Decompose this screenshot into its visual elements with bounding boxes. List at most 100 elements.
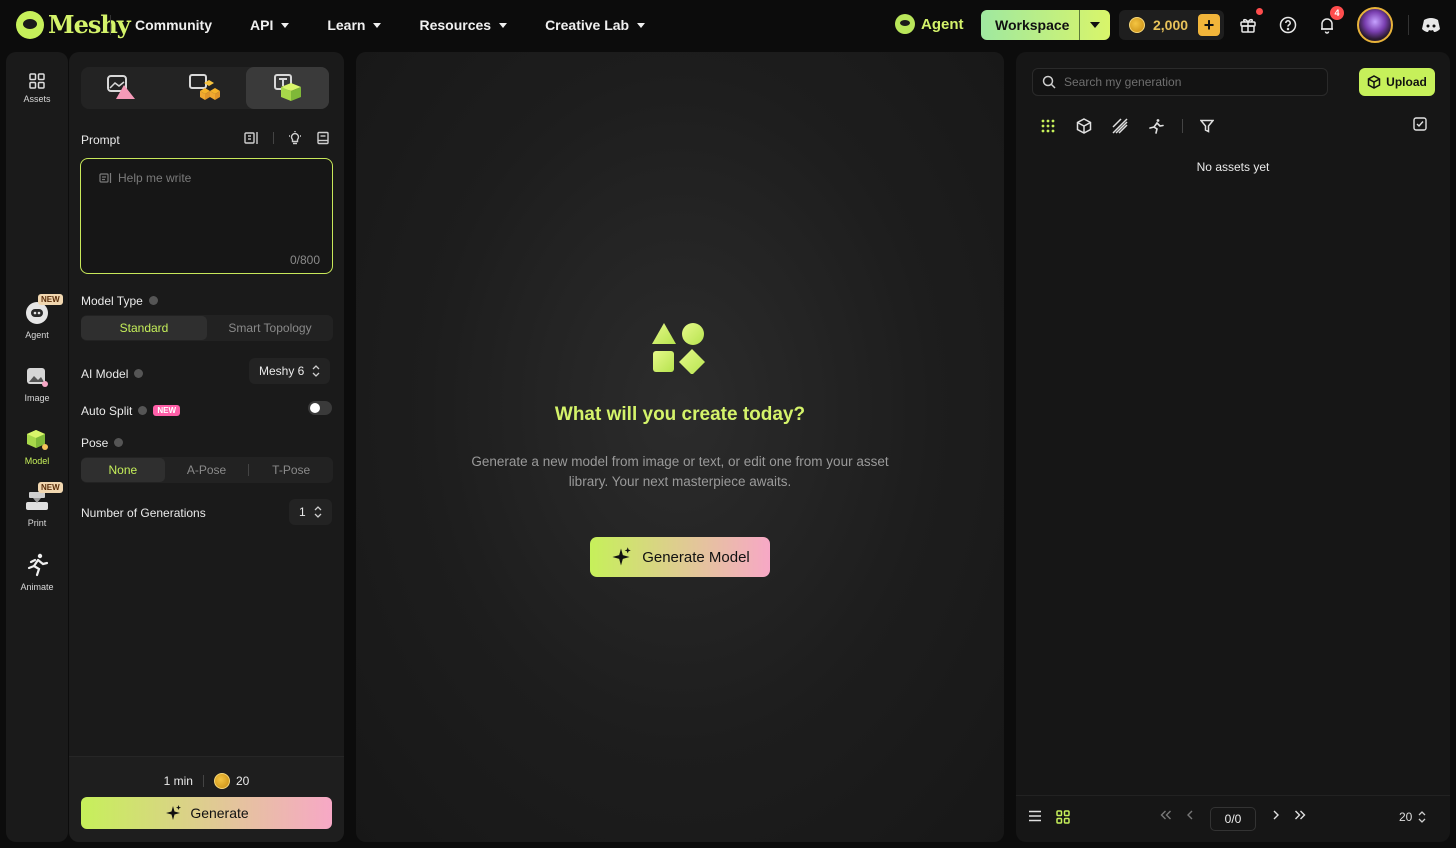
gift-icon[interactable] xyxy=(1237,8,1263,36)
credit-cost: 20 xyxy=(235,774,250,788)
list-icon xyxy=(1029,810,1041,822)
prev-page-button[interactable] xyxy=(1186,810,1194,820)
filter-all[interactable] xyxy=(1038,116,1058,136)
book-icon[interactable] xyxy=(316,131,330,145)
tab-multi-image-to-3d[interactable] xyxy=(164,67,247,109)
lightbulb-icon[interactable] xyxy=(288,131,302,145)
pose-none[interactable]: None xyxy=(81,458,165,482)
workspace-button[interactable]: Workspace xyxy=(981,10,1110,40)
grid-icon xyxy=(1056,810,1070,824)
chevron-down-icon[interactable] xyxy=(1090,22,1100,28)
brand-logo[interactable]: Meshy xyxy=(16,10,131,39)
add-credits-button[interactable]: + xyxy=(1198,14,1220,36)
asset-filters xyxy=(1038,116,1233,136)
rail-item-model[interactable]: Model xyxy=(6,428,68,466)
filter-funnel[interactable] xyxy=(1197,116,1217,136)
chevron-down-icon xyxy=(373,22,382,28)
info-icon[interactable] xyxy=(114,438,124,448)
text-to-3d-icon xyxy=(273,74,301,101)
prompt-char-counter: 0/800 xyxy=(289,253,320,267)
chevrons-right-icon xyxy=(1295,810,1306,820)
main-nav: Community API Learn Resources Creative L… xyxy=(135,0,683,50)
ai-model-select[interactable]: Meshy 6 xyxy=(249,358,331,384)
list-view-button[interactable] xyxy=(1028,810,1042,822)
auto-split-toggle[interactable] xyxy=(308,401,332,415)
prompt-textarea[interactable]: Help me write 0/800 xyxy=(80,158,333,274)
chevron-right-icon xyxy=(1273,810,1279,820)
agent-link[interactable]: Agent xyxy=(895,14,964,34)
layout-panel-icon[interactable] xyxy=(244,131,259,145)
hero-subtitle: Generate a new model from image or text,… xyxy=(471,454,889,489)
estimated-time: 1 min xyxy=(163,774,193,788)
help-icon[interactable] xyxy=(1277,14,1299,36)
upload-button[interactable]: Upload xyxy=(1359,68,1435,96)
pose-a-pose[interactable]: A-Pose xyxy=(165,458,249,482)
search-box xyxy=(1032,68,1328,96)
new-badge: NEW xyxy=(38,294,63,305)
rail-item-agent[interactable]: NEW Agent xyxy=(6,294,68,340)
info-icon[interactable] xyxy=(148,296,158,306)
credits-balance[interactable]: 2,000 + xyxy=(1119,10,1224,40)
rail-item-animate[interactable]: Animate xyxy=(6,552,68,592)
rail-item-print[interactable]: NEW Print xyxy=(6,482,68,528)
chevron-updown-icon xyxy=(1418,811,1426,823)
generate-button[interactable]: Generate xyxy=(81,797,332,829)
multi-image-to-3d-icon xyxy=(189,74,220,100)
generation-cost: 1 min 20 xyxy=(69,773,344,789)
pagination: 0/0 20 xyxy=(1016,795,1450,842)
nav-creative-lab[interactable]: Creative Lab xyxy=(545,17,646,33)
brand-name: Meshy xyxy=(48,10,131,39)
grid-view-button[interactable] xyxy=(1056,810,1070,824)
agent-icon xyxy=(895,14,915,34)
avatar[interactable] xyxy=(1357,7,1393,43)
info-icon[interactable] xyxy=(134,369,144,379)
tab-image-to-3d[interactable] xyxy=(81,67,164,109)
shapes-icon xyxy=(652,323,705,374)
model-type-segmented: Standard Smart Topology xyxy=(81,315,333,341)
model-type-standard[interactable]: Standard xyxy=(81,316,207,340)
pose-t-pose[interactable]: T-Pose xyxy=(249,458,333,482)
animation-icon xyxy=(1149,119,1164,134)
rail-item-assets[interactable]: Assets xyxy=(6,72,68,104)
sparkle-icon xyxy=(612,547,631,566)
page-indicator[interactable]: 0/0 xyxy=(1210,807,1256,831)
chevron-left-icon xyxy=(1187,810,1193,820)
assets-panel: Upload No assets yet xyxy=(1016,52,1450,842)
search-input[interactable] xyxy=(1064,75,1314,89)
info-icon[interactable] xyxy=(138,406,148,416)
texture-icon xyxy=(1112,118,1128,134)
next-page-button[interactable] xyxy=(1272,810,1280,820)
bell-icon[interactable]: 4 xyxy=(1316,6,1344,36)
funnel-icon xyxy=(1200,119,1214,133)
mode-tabs xyxy=(81,67,330,109)
running-figure-icon xyxy=(27,553,49,577)
discord-icon[interactable] xyxy=(1420,14,1442,36)
gift-dot xyxy=(1256,8,1263,15)
select-checkbox[interactable] xyxy=(1413,117,1427,136)
upload-box-icon xyxy=(1367,75,1381,89)
nav-learn[interactable]: Learn xyxy=(327,17,382,33)
first-page-button[interactable] xyxy=(1160,810,1172,820)
filter-animations[interactable] xyxy=(1146,116,1166,136)
nav-resources[interactable]: Resources xyxy=(419,17,508,33)
nav-api[interactable]: API xyxy=(250,17,290,33)
chevrons-left-icon xyxy=(1160,810,1171,820)
nav-divider xyxy=(110,15,111,35)
generate-model-button[interactable]: Generate Model xyxy=(590,537,770,577)
page-size-select[interactable]: 20 xyxy=(1399,810,1426,824)
pose-label: Pose xyxy=(81,436,109,450)
rail-item-image[interactable]: Image xyxy=(6,365,68,403)
top-bar: Meshy Community API Learn Resources Crea… xyxy=(0,0,1456,50)
model-type-smart-topology[interactable]: Smart Topology xyxy=(207,316,333,340)
cube-outline-icon xyxy=(1076,118,1092,134)
new-badge: NEW xyxy=(38,482,63,493)
filter-textures[interactable] xyxy=(1110,116,1130,136)
last-page-button[interactable] xyxy=(1294,810,1306,820)
auto-split-label: Auto Split xyxy=(81,404,133,418)
nav-community[interactable]: Community xyxy=(135,17,212,33)
tab-text-to-3d[interactable] xyxy=(246,67,330,109)
filter-models[interactable] xyxy=(1074,116,1094,136)
hero-title: What will you create today? xyxy=(554,404,806,425)
pose-segmented: None A-Pose T-Pose xyxy=(81,457,333,483)
generations-select[interactable]: 1 xyxy=(289,499,332,525)
